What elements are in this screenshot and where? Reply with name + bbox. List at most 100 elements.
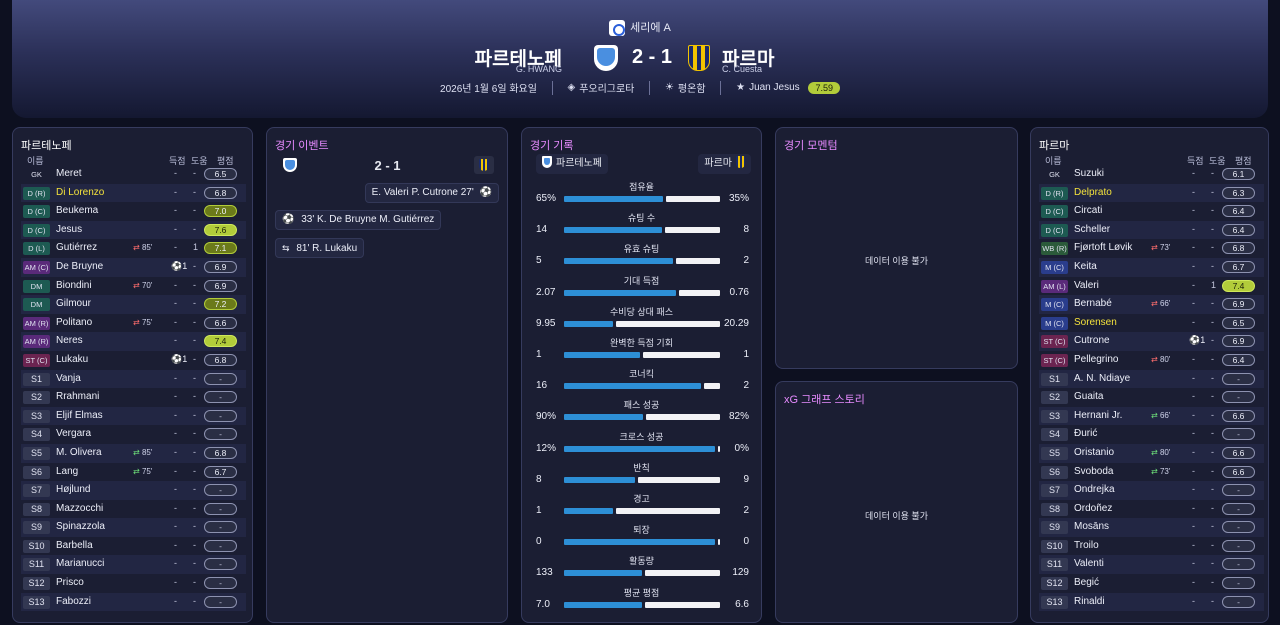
player-row[interactable]: S5 M. Olivera ⇄ 85' - -6.8 [21,443,246,463]
player-row[interactable]: S10 Troilo - - - [1039,537,1264,556]
player-name[interactable]: Hernani Jr. [1074,410,1122,421]
event-item[interactable]: E. Valeri P. Cutrone 27' ⚽ [364,183,499,203]
player-name[interactable]: Neres [56,335,83,346]
player-row[interactable]: GK Suzuki - -6.1 [1039,165,1264,184]
player-name[interactable]: Ondrejka [1074,484,1115,495]
player-row[interactable]: D (C) Scheller - -6.4 [1039,220,1264,240]
player-row[interactable]: S11 Marianucci - - - [21,555,246,575]
player-row[interactable]: WB (R) Fjørtoft Løvik ⇄ 73' - -6.8 [1039,239,1264,258]
player-row[interactable]: D (R) Di Lorenzo - -6.8 [21,183,246,203]
player-row[interactable]: D (C) Circati - -6.4 [1039,202,1264,221]
player-name[interactable]: Delprato [1074,187,1112,198]
player-name[interactable]: De Bruyne [56,261,103,272]
player-name[interactable]: Ordoñez [1074,503,1112,514]
stats-home-team[interactable]: 파르테노페 [536,154,608,174]
player-row[interactable]: S10 Barbella - - - [21,537,246,556]
player-name[interactable]: Meret [56,168,82,179]
event-item[interactable]: ⚽ 33' K. De Bruyne M. Gutiérrez [275,210,442,230]
player-name[interactable]: Guaita [1074,391,1103,402]
player-name[interactable]: Gutiérrez [56,242,97,253]
stadium-name[interactable]: 푸오리그로타 [579,80,634,95]
player-row[interactable]: M (C) Sorensen - -6.5 [1039,314,1264,333]
player-name[interactable]: M. Olivera [56,447,102,458]
player-name[interactable]: Vergara [56,428,91,439]
player-name[interactable]: Gilmour [56,298,91,309]
player-name[interactable]: Valeri [1074,280,1099,291]
player-name[interactable]: Di Lorenzo [56,187,104,198]
player-row[interactable]: S13 Rinaldi - - - [1039,592,1264,612]
player-of-match[interactable]: Juan Jesus [749,82,800,93]
player-row[interactable]: S12 Prisco - - - [21,574,246,593]
player-row[interactable]: S5 Oristanio ⇄ 80' - -6.6 [1039,443,1264,463]
player-name[interactable]: Fjørtoft Løvik [1074,242,1132,253]
player-name[interactable]: Bernabé [1074,298,1112,309]
home-manager[interactable]: G. HWANG [516,64,562,74]
player-name[interactable]: A. N. Ndiaye [1074,373,1130,384]
player-name[interactable]: Prisco [56,577,84,588]
player-row[interactable]: D (C) Beukema - -7.0 [21,202,246,221]
player-name[interactable]: Højlund [56,484,90,495]
player-row[interactable]: ST (C) Lukaku ⚽1-6.8 [21,351,246,370]
player-row[interactable]: AM (C) De Bruyne ⚽1-6.9 [21,257,246,277]
player-row[interactable]: S11 Valenti - - - [1039,555,1264,575]
player-name[interactable]: Troilo [1074,540,1099,551]
player-row[interactable]: S4 Đurić - - - [1039,425,1264,444]
player-row[interactable]: AM (R) Politano ⇄ 75' - -6.6 [21,314,246,333]
player-row[interactable]: ST (C) Pellegrino ⇄ 80' - -6.4 [1039,351,1264,370]
player-row[interactable]: S3 Eljif Elmas - - - [21,406,246,426]
player-row[interactable]: DM Biondini ⇄ 70' - -6.9 [21,277,246,296]
player-name[interactable]: Spinazzola [56,521,105,532]
player-name[interactable]: Marianucci [56,558,104,569]
player-row[interactable]: AM (L) Valeri - 1 7.4 [1039,277,1264,296]
stats-away-team[interactable]: 파르마 [698,154,751,174]
player-name[interactable]: Lang [56,466,78,477]
player-name[interactable]: Jesus [56,224,82,235]
player-name[interactable]: Beukema [56,205,98,216]
player-row[interactable]: S12 Begić - - - [1039,574,1264,593]
player-name[interactable]: Svoboda [1074,466,1113,477]
player-row[interactable]: GK Meret - -6.5 [21,165,246,184]
player-name[interactable]: Politano [56,317,92,328]
player-row[interactable]: S8 Ordoñez - - - [1039,500,1264,519]
player-row[interactable]: M (C) Keita - -6.7 [1039,257,1264,277]
player-name[interactable]: Rrahmani [56,391,99,402]
player-name[interactable]: Oristanio [1074,447,1114,458]
player-row[interactable]: S7 Ondrejka - - - [1039,481,1264,500]
player-row[interactable]: D (L) Gutiérrez ⇄ 85' - 1 7.1 [21,239,246,258]
player-name[interactable]: Mazzocchi [56,503,103,514]
event-item[interactable]: ⇆ 81' R. Lukaku [275,238,365,258]
player-row[interactable]: S4 Vergara - - - [21,425,246,444]
player-name[interactable]: Sorensen [1074,317,1117,328]
player-row[interactable]: S2 Guaita - - - [1039,388,1264,407]
player-row[interactable]: S2 Rrahmani - - - [21,388,246,407]
player-name[interactable]: Cutrone [1074,335,1110,346]
player-name[interactable]: Keita [1074,261,1097,272]
player-row[interactable]: S6 Svoboda ⇄ 73' - -6.6 [1039,463,1264,482]
player-row[interactable]: S8 Mazzocchi - - - [21,500,246,519]
player-name[interactable]: Đurić [1074,428,1097,439]
away-crest-icon[interactable] [688,45,710,71]
player-row[interactable]: S6 Lang ⇄ 75' - -6.7 [21,463,246,482]
player-name[interactable]: Valenti [1074,558,1104,569]
player-row[interactable]: DM Gilmour - -7.2 [21,295,246,314]
away-manager[interactable]: C. Cuesta [722,64,762,74]
player-row[interactable]: S7 Højlund - - - [21,481,246,500]
player-name[interactable]: Circati [1074,205,1102,216]
player-name[interactable]: Biondini [56,280,92,291]
player-row[interactable]: S9 Mosāns - - - [1039,518,1264,537]
player-name[interactable]: Vanja [56,373,81,384]
player-name[interactable]: Barbella [56,540,93,551]
player-name[interactable]: Scheller [1074,224,1110,235]
player-row[interactable]: S3 Hernani Jr. ⇄ 66' - -6.6 [1039,406,1264,426]
player-name[interactable]: Rinaldi [1074,596,1105,607]
player-row[interactable]: D (C) Jesus - -7.6 [21,220,246,240]
player-name[interactable]: Mosāns [1074,521,1109,532]
player-row[interactable]: S9 Spinazzola - - - [21,518,246,537]
player-name[interactable]: Suzuki [1074,168,1104,179]
player-row[interactable]: S1 A. N. Ndiaye - - - [1039,369,1264,389]
competition[interactable]: 세리에 A [12,19,1268,37]
player-row[interactable]: D (R) Delprato - -6.3 [1039,183,1264,203]
player-name[interactable]: Lukaku [56,354,88,365]
player-name[interactable]: Begić [1074,577,1099,588]
player-row[interactable]: ST (C) Cutrone ⚽1-6.9 [1039,332,1264,351]
